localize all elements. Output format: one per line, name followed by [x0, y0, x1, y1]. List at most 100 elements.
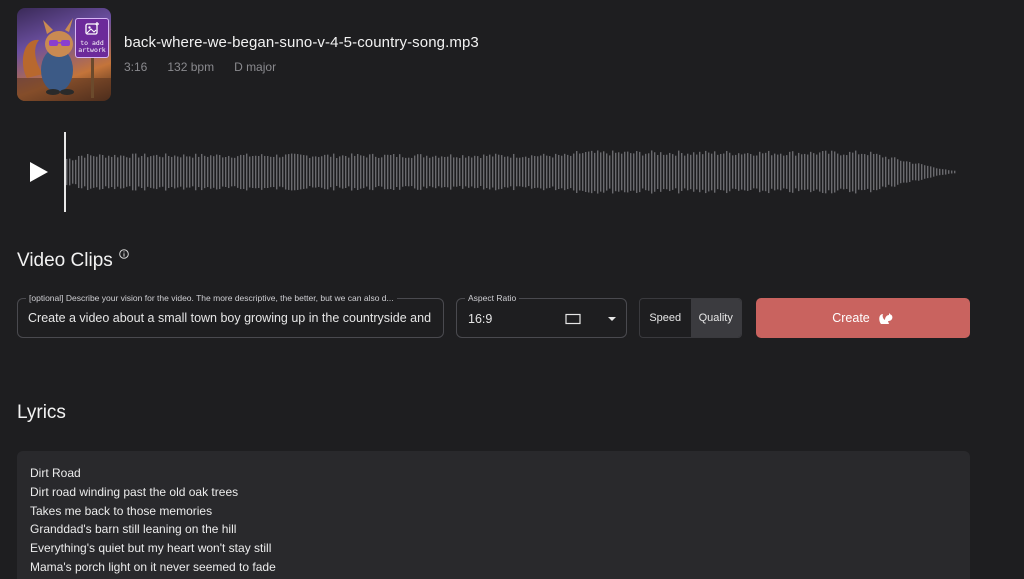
waveform-bar: [507, 156, 509, 188]
waveform-bar: [255, 155, 257, 189]
video-vision-input[interactable]: [28, 311, 438, 325]
speed-quality-toggle[interactable]: Speed Quality: [639, 298, 742, 338]
waveform-bar: [735, 154, 737, 190]
add-artwork-badge[interactable]: to add artwork: [75, 18, 109, 58]
waveform-bar: [360, 155, 362, 189]
waveform-bar: [570, 155, 572, 189]
waveform-bar: [867, 155, 869, 189]
waveform-bar: [384, 154, 386, 190]
waveform-bar: [777, 154, 779, 190]
waveform-bar: [120, 155, 122, 189]
lyrics-box[interactable]: Dirt Road Dirt road winding past the old…: [17, 451, 970, 579]
lyrics-line: Mama's porch light on it never seemed to…: [30, 559, 276, 574]
waveform-bar: [726, 150, 728, 194]
waveform-bar: [618, 152, 620, 192]
waveform-bar: [744, 153, 746, 191]
waveform-bar: [690, 154, 692, 190]
waveform-bar: [186, 156, 188, 188]
waveform-bar: [288, 154, 290, 190]
waveform-bar: [717, 154, 719, 190]
waveform-bar: [828, 153, 830, 191]
waveform-bar: [90, 155, 92, 189]
waveform-bar: [924, 165, 926, 179]
waveform-bar: [921, 164, 923, 180]
waveform[interactable]: [66, 140, 966, 204]
waveform-bar: [663, 154, 665, 190]
waveform-bar: [222, 157, 224, 187]
lyrics-line: Takes me back to those memories: [30, 503, 213, 518]
waveform-bar: [549, 156, 551, 188]
waveform-bar: [846, 155, 848, 189]
waveform-bar: [849, 151, 851, 193]
waveform-bar: [732, 155, 734, 189]
waveform-bar: [474, 155, 476, 189]
waveform-bar: [219, 155, 221, 189]
waveform-bar: [603, 151, 605, 193]
track-bpm: 132 bpm: [167, 60, 215, 74]
waveform-bar: [747, 153, 749, 191]
waveform-bar: [195, 153, 197, 191]
waveform-bar: [780, 153, 782, 191]
waveform-bar: [687, 153, 689, 191]
waveform-bar: [741, 154, 743, 190]
waveform-bar: [942, 169, 944, 175]
waveform-bar: [135, 153, 137, 191]
waveform-bar: [885, 156, 887, 188]
waveform-bar: [900, 160, 902, 184]
waveform-bar: [291, 153, 293, 191]
waveform-bar: [390, 154, 392, 190]
lyrics-line: Dirt Road: [30, 466, 81, 480]
waveform-bar: [918, 163, 920, 181]
waveform-bar: [381, 157, 383, 187]
waveform-bar: [537, 156, 539, 188]
waveform-bar: [192, 157, 194, 187]
play-button[interactable]: [28, 160, 50, 184]
waveform-bar: [456, 157, 458, 187]
waveform-bar: [927, 165, 929, 179]
waveform-bar: [414, 155, 416, 189]
quality-option[interactable]: Quality: [690, 299, 741, 337]
waveform-bar: [840, 155, 842, 189]
waveform-bar: [810, 151, 812, 193]
waveform-bar: [621, 153, 623, 191]
waveform-bar: [177, 156, 179, 188]
info-icon[interactable]: [119, 249, 129, 259]
play-icon: [30, 162, 48, 182]
waveform-bar: [168, 155, 170, 189]
aspect-ratio-select[interactable]: Aspect Ratio 16:9: [456, 293, 627, 338]
speed-option[interactable]: Speed: [640, 299, 691, 337]
waveform-bar: [210, 155, 212, 189]
waveform-bar: [750, 154, 752, 190]
waveform-bar: [303, 155, 305, 189]
waveform-bar: [258, 156, 260, 188]
waveform-bar: [429, 157, 431, 187]
create-video-button[interactable]: Create: [756, 298, 970, 338]
waveform-bar: [594, 152, 596, 192]
track-title: back-where-we-began-suno-v-4-5-country-s…: [124, 34, 479, 51]
waveform-bar: [357, 153, 359, 191]
waveform-bar: [513, 153, 515, 191]
waveform-bar: [270, 156, 272, 188]
waveform-bar: [576, 151, 578, 193]
waveform-bar: [351, 153, 353, 191]
waveform-bar: [597, 150, 599, 194]
track-artwork[interactable]: to add artwork: [17, 8, 111, 101]
waveform-bar: [543, 153, 545, 191]
track-duration: 3:16: [124, 60, 148, 74]
waveform-bar: [423, 157, 425, 187]
waveform-bar: [765, 152, 767, 192]
waveform-bar: [555, 153, 557, 191]
waveform-bar: [642, 155, 644, 189]
waveform-bar: [684, 155, 686, 189]
waveform-bar: [297, 154, 299, 190]
waveform-bar: [504, 156, 506, 188]
waveform-bar: [402, 157, 404, 187]
video-vision-field[interactable]: [optional] Describe your vision for the …: [17, 293, 444, 338]
waveform-bar: [915, 163, 917, 181]
aspect-rectangle-icon: [565, 313, 581, 325]
waveform-bar: [267, 156, 269, 188]
track-meta: 3:16 132 bpm D major: [124, 60, 296, 74]
add-artwork-text: to add artwork: [78, 39, 106, 54]
waveform-bar: [768, 150, 770, 194]
waveform-bar: [822, 151, 824, 193]
